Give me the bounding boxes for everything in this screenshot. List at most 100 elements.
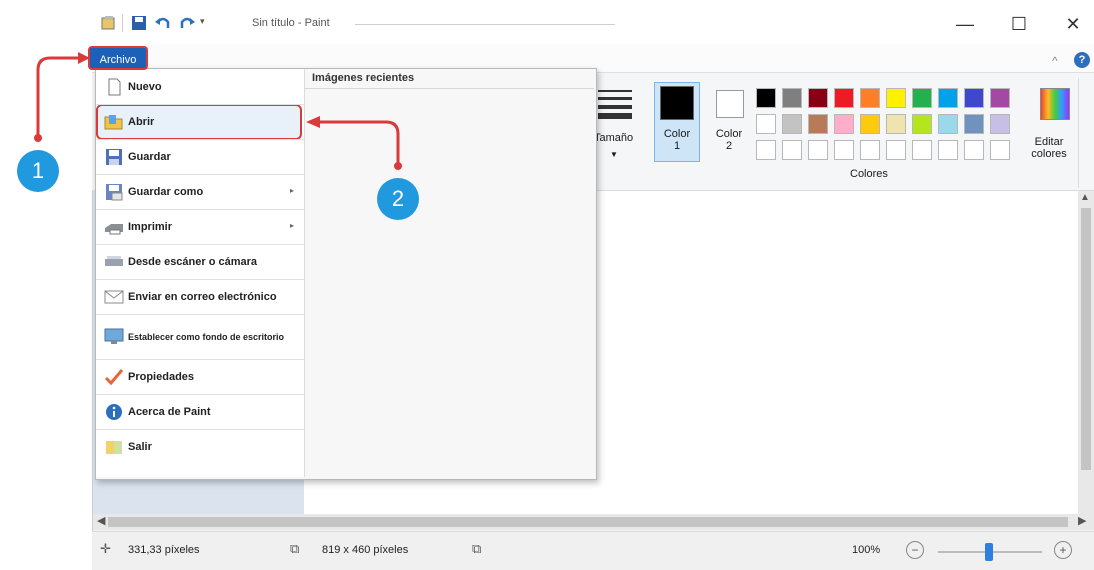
menu-item-scanner[interactable]: Desde escáner o cámara [96,245,304,279]
palette-swatch[interactable] [912,114,932,134]
submenu-arrow-icon: ▸ [289,221,294,230]
menu-item-label: Guardar como [128,186,204,198]
menu-item-label: Desde escáner o cámara [128,256,258,268]
vertical-scroll-thumb[interactable] [1081,208,1091,470]
palette-swatch[interactable] [886,114,906,134]
palette-swatch[interactable] [990,88,1010,108]
palette-swatch[interactable] [938,88,958,108]
checkmark-icon [104,369,124,386]
save-as-icon [106,184,123,201]
email-icon [104,290,124,304]
cursor-position: 331,33 píxeles [128,544,200,556]
menu-item-properties[interactable]: Propiedades [96,360,304,394]
palette-swatch[interactable] [834,88,854,108]
menu-item-label: Propiedades [128,371,195,383]
scroll-up-icon[interactable]: ▲ [1080,192,1090,203]
customize-qat-icon[interactable]: ▾ [200,16,205,27]
palette-swatch[interactable] [860,114,880,134]
palette-swatch[interactable] [964,88,984,108]
maximize-button[interactable]: ☐ [1002,10,1036,38]
menu-item-exit[interactable]: Salir [96,430,304,464]
custom-color-slot[interactable] [782,140,802,160]
zoom-in-button[interactable]: + [1054,541,1072,559]
window-title: Sin título - Paint [252,17,330,29]
close-button[interactable]: ✕ [1056,10,1090,38]
custom-color-slot[interactable] [912,140,932,160]
save-icon[interactable] [130,14,148,32]
horizontal-scroll-thumb[interactable] [108,517,1068,527]
redo-icon[interactable] [178,14,196,32]
custom-color-slot[interactable] [938,140,958,160]
colors-group-label: Colores [850,168,888,180]
palette-swatch[interactable] [860,88,880,108]
custom-color-slot[interactable] [834,140,854,160]
file-tab[interactable]: Archivo [88,46,148,70]
menu-item-desktop-background[interactable]: Establecer como fondo de escritorio [96,315,304,359]
exit-icon [106,441,122,454]
minimize-button[interactable]: — [948,10,982,38]
menu-item-label: Enviar en correo electrónico [128,291,277,303]
menu-item-new[interactable]: Nuevo [96,70,304,104]
custom-color-slot[interactable] [886,140,906,160]
collapse-ribbon-icon[interactable]: ^ [1052,54,1058,68]
recent-divider [304,88,594,89]
palette-swatch[interactable] [756,114,776,134]
custom-color-slot[interactable] [756,140,776,160]
custom-color-slot[interactable] [860,140,880,160]
zoom-out-button[interactable]: − [906,541,924,559]
palette-swatch[interactable] [808,114,828,134]
crosshair-icon: ✛ [100,541,111,556]
custom-color-slot[interactable] [990,140,1010,160]
step-2-callout: 2 [377,178,419,220]
palette-swatch[interactable] [834,114,854,134]
menu-item-label: Establecer como fondo de escritorio [128,332,285,342]
chevron-down-icon[interactable]: ▼ [610,150,618,159]
scanner-icon [105,256,123,266]
menu-item-label: Abrir [128,116,155,128]
ribbon-separator [1078,78,1079,188]
menu-item-label: Salir [128,441,152,453]
color-palette [756,88,1018,162]
canvas-size-icon: ⧉ [472,541,482,556]
custom-color-slot[interactable] [964,140,984,160]
color1-label: Color 1 [663,128,691,152]
palette-swatch[interactable] [912,88,932,108]
palette-swatch[interactable] [990,114,1010,134]
info-icon [106,404,122,420]
menu-item-label: Guardar [128,151,171,163]
custom-color-slot[interactable] [808,140,828,160]
palette-swatch[interactable] [964,114,984,134]
palette-swatch[interactable] [782,88,802,108]
palette-swatch[interactable] [886,88,906,108]
edit-colors-button[interactable]: Editar colores [1024,136,1074,160]
scroll-left-icon[interactable]: ◀ [97,514,105,527]
paint-app-icon[interactable] [100,14,118,32]
menu-item-label: Nuevo [128,81,162,93]
title-bar [92,6,1094,44]
title-underline [355,24,615,25]
scroll-right-icon[interactable]: ▶ [1078,514,1086,527]
color1-swatch[interactable] [660,86,694,120]
recent-images-header: Imágenes recientes [312,72,415,84]
palette-swatch[interactable] [938,114,958,134]
size-icon[interactable] [596,88,634,120]
palette-swatch[interactable] [808,88,828,108]
palette-swatch[interactable] [756,88,776,108]
zoom-slider-thumb[interactable] [985,543,993,561]
menu-item-about[interactable]: Acerca de Paint [96,395,304,429]
menu-item-print[interactable]: Imprimir ▸ [96,210,304,244]
help-icon[interactable]: ? [1074,52,1090,68]
qat-separator [122,14,123,32]
edit-colors-icon[interactable] [1040,88,1070,120]
palette-swatch[interactable] [782,114,802,134]
open-folder-icon [104,115,123,130]
menu-item-open[interactable]: Abrir [96,105,304,139]
size-label[interactable]: Tamaño [594,132,633,144]
menu-item-save-as[interactable]: Guardar como ▸ [96,175,304,209]
color2-swatch[interactable] [716,90,744,118]
step-1-callout: 1 [17,150,59,192]
menu-item-email[interactable]: Enviar en correo electrónico [96,280,304,314]
menu-item-save[interactable]: Guardar [96,140,304,174]
printer-icon [105,224,123,235]
undo-icon[interactable] [154,14,172,32]
